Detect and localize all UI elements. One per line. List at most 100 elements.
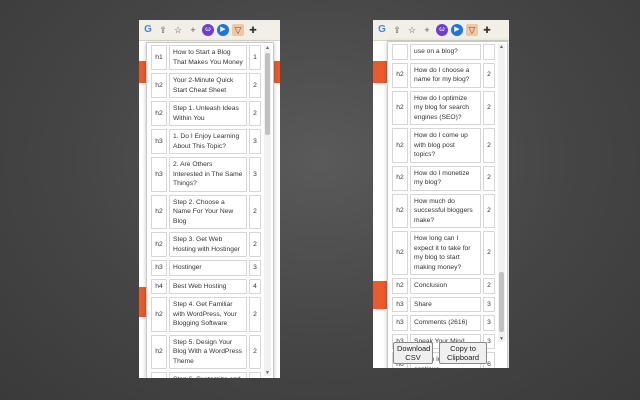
heading-level: h3 bbox=[392, 315, 408, 331]
heading-row: h2 How do I choose a name for my blog? 2 bbox=[392, 62, 495, 88]
heading-level-number: 2 bbox=[483, 193, 495, 228]
headings-extension-icon[interactable]: ▽ bbox=[232, 24, 244, 36]
w-extension-icon[interactable]: ω bbox=[436, 24, 448, 36]
heading-row: h2 Step 5. Design Your Blog With a WordPr… bbox=[151, 334, 261, 369]
heading-text[interactable]: How long can I expect it to take for my … bbox=[410, 231, 481, 275]
heading-level: h2 bbox=[392, 128, 408, 163]
heading-text[interactable]: How do I optimize my blog for search eng… bbox=[410, 90, 481, 125]
heading-text[interactable]: 2. Are Others Interested in The Same Thi… bbox=[169, 157, 247, 192]
heading-row: h2 How do I optimize my blog for search e… bbox=[392, 90, 495, 125]
action-buttons: Download CSV Copy to Clipboard bbox=[393, 342, 487, 364]
google-icon[interactable]: G bbox=[142, 24, 154, 36]
heading-row: h3 2. Are Others Interested in The Same T… bbox=[151, 157, 261, 192]
heading-level: h2 bbox=[151, 372, 167, 378]
headings-list: use on a blog? h2 How do I choose a name f… bbox=[392, 44, 495, 368]
heading-level-number: 2 bbox=[249, 194, 261, 229]
heading-row: h2 How do I monetize my blog? 2 bbox=[392, 165, 495, 191]
heading-text[interactable]: How do I choose a name for my blog? bbox=[410, 62, 481, 88]
heading-row: use on a blog? bbox=[392, 44, 495, 60]
headings-popup: h1 How to Start a Blog That Makes You Mon… bbox=[146, 42, 274, 378]
google-icon[interactable]: G bbox=[376, 24, 388, 36]
site-header-band bbox=[373, 61, 387, 83]
star-icon[interactable]: ☆ bbox=[172, 24, 184, 36]
heading-level-number: 2 bbox=[483, 128, 495, 163]
heading-level: h2 bbox=[151, 297, 167, 332]
scrollbar[interactable]: ▲ ▼ bbox=[264, 45, 271, 376]
heading-level: h2 bbox=[392, 278, 408, 294]
scroll-up-icon[interactable]: ▲ bbox=[264, 45, 271, 51]
heading-text[interactable]: Comments (2616) bbox=[410, 315, 481, 331]
heading-text[interactable]: How do I come up with blog post topics? bbox=[410, 128, 481, 163]
heading-level-number: 2 bbox=[249, 297, 261, 332]
w-extension-icon[interactable]: ω bbox=[202, 24, 214, 36]
heading-row: h3 1. Do I Enjoy Learning About This Topi… bbox=[151, 129, 261, 154]
heading-level-number: 2 bbox=[483, 278, 495, 294]
scrollbar-thumb[interactable] bbox=[265, 53, 270, 135]
copy-to-clipboard-button[interactable]: Copy to Clipboard bbox=[439, 342, 487, 364]
heading-level: h2 bbox=[151, 73, 167, 98]
p-extension-icon[interactable]: ▶ bbox=[451, 24, 463, 36]
heading-row: h2 Step 1. Unleash Ideas Within You 2 bbox=[151, 101, 261, 126]
heading-level: h2 bbox=[151, 101, 167, 126]
headings-popup: use on a blog? h2 How do I choose a name f… bbox=[387, 41, 508, 368]
heading-level-number: 3 bbox=[483, 315, 495, 331]
add-icon[interactable]: + bbox=[187, 24, 199, 36]
heading-text[interactable]: Step 2. Choose a Name For Your New Blog bbox=[169, 194, 247, 229]
heading-level-number: 2 bbox=[483, 90, 495, 125]
heading-level-number: 2 bbox=[249, 73, 261, 98]
heading-text[interactable]: Your 2-Minute Quick Start Cheat Sheet bbox=[169, 73, 247, 98]
puzzle-icon[interactable]: ✚ bbox=[481, 24, 493, 36]
heading-text[interactable]: How much do successful bloggers make? bbox=[410, 193, 481, 228]
star-icon[interactable]: ☆ bbox=[406, 24, 418, 36]
heading-text[interactable]: Step 6. Customize and Optimize Your bbox=[169, 372, 247, 378]
heading-level-number: 3 bbox=[249, 260, 261, 276]
heading-row: h2 Step 3. Get Web Hosting with Hostinger… bbox=[151, 232, 261, 257]
heading-level-number: 1 bbox=[249, 45, 261, 70]
heading-level-number: 2 bbox=[249, 101, 261, 126]
heading-row: h4 Best Web Hosting 4 bbox=[151, 278, 261, 294]
scrollbar[interactable]: ▲ ▼ bbox=[498, 44, 505, 342]
heading-text[interactable]: Share bbox=[410, 296, 481, 312]
heading-row: h2 How long can I expect it to take for m… bbox=[392, 231, 495, 275]
site-cta-band bbox=[373, 281, 387, 309]
share-icon[interactable]: ⇪ bbox=[391, 24, 403, 36]
heading-row: h2 How much do successful bloggers make? 2 bbox=[392, 193, 495, 228]
puzzle-icon[interactable]: ✚ bbox=[247, 24, 259, 36]
heading-row: h2 How do I come up with blog post topics… bbox=[392, 128, 495, 163]
heading-text[interactable]: Step 1. Unleash Ideas Within You bbox=[169, 101, 247, 126]
heading-level: h2 bbox=[151, 194, 167, 229]
heading-level: h2 bbox=[151, 232, 167, 257]
heading-level: h2 bbox=[392, 231, 408, 275]
download-csv-button[interactable]: Download CSV bbox=[393, 342, 433, 364]
heading-text[interactable]: Conclusion bbox=[410, 278, 481, 294]
heading-level: h1 bbox=[151, 45, 167, 70]
scroll-up-icon[interactable]: ▲ bbox=[498, 44, 505, 50]
heading-text[interactable]: Step 3. Get Web Hosting with Hostinger bbox=[169, 232, 247, 257]
scroll-down-icon[interactable]: ▼ bbox=[264, 370, 271, 376]
heading-level: h2 bbox=[392, 90, 408, 125]
heading-text[interactable]: Best Web Hosting bbox=[169, 278, 247, 294]
heading-row: h2 Step 4. Get Familiar with WordPress, Y… bbox=[151, 297, 261, 332]
heading-text[interactable]: How to Start a Blog That Makes You Money bbox=[169, 45, 247, 70]
headings-extension-icon[interactable]: ▽ bbox=[466, 24, 478, 36]
heading-level-number bbox=[483, 44, 495, 60]
heading-level-number: 2 bbox=[249, 372, 261, 378]
heading-text[interactable]: Hostinger bbox=[169, 260, 247, 276]
scrollbar-thumb[interactable] bbox=[499, 272, 504, 332]
heading-text[interactable]: use on a blog? bbox=[410, 44, 481, 60]
add-icon[interactable]: + bbox=[421, 24, 433, 36]
browser-toolbar: G ⇪ ☆ + ω ▶ ▽ ✚ bbox=[373, 20, 509, 41]
scroll-down-icon[interactable]: ▼ bbox=[498, 336, 505, 342]
heading-text[interactable]: Step 5. Design Your Blog With a WordPres… bbox=[169, 334, 247, 369]
heading-text[interactable]: How do I monetize my blog? bbox=[410, 165, 481, 191]
p-extension-icon[interactable]: ▶ bbox=[217, 24, 229, 36]
headings-list: h1 How to Start a Blog That Makes You Mon… bbox=[151, 45, 261, 378]
heading-row: h2Step 6. Customize and Optimize Your2 bbox=[151, 372, 261, 378]
heading-row: h2 Conclusion 2 bbox=[392, 278, 495, 294]
share-icon[interactable]: ⇪ bbox=[157, 24, 169, 36]
heading-text[interactable]: Step 4. Get Familiar with WordPress, You… bbox=[169, 297, 247, 332]
heading-row: h3 Hostinger 3 bbox=[151, 260, 261, 276]
heading-level: h3 bbox=[151, 260, 167, 276]
screenshot-right: G ⇪ ☆ + ω ▶ ▽ ✚ use on a blog? h2 How do I… bbox=[373, 20, 509, 368]
heading-text[interactable]: 1. Do I Enjoy Learning About This Topic? bbox=[169, 129, 247, 154]
